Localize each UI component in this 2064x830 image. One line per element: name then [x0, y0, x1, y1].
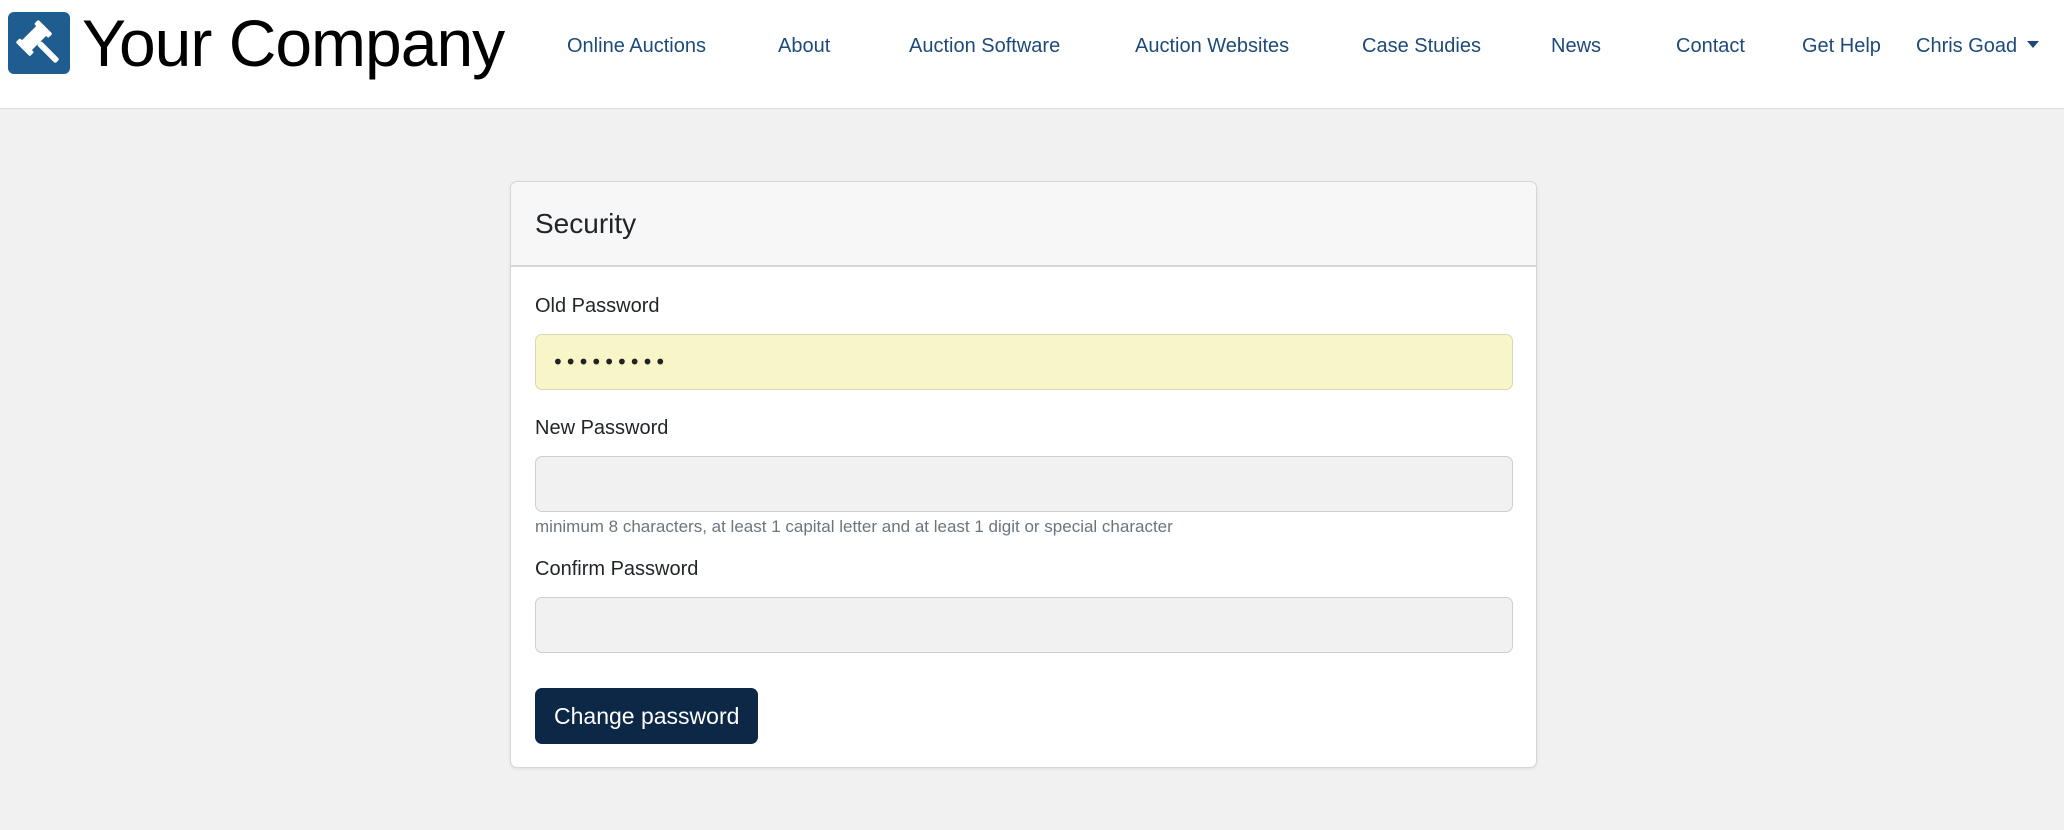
top-navbar: Your Company Online Auctions About Aucti…	[0, 0, 2064, 109]
gavel-icon	[8, 12, 70, 74]
nav-auction-websites[interactable]: Auction Websites	[1135, 33, 1289, 59]
old-password-input[interactable]	[535, 334, 1513, 390]
nav-get-help[interactable]: Get Help	[1802, 33, 1881, 59]
user-name: Chris Goad	[1916, 35, 2018, 57]
chevron-down-icon	[2027, 41, 2040, 48]
nav-news[interactable]: News	[1551, 33, 1601, 59]
brand[interactable]: Your Company	[8, 6, 505, 80]
change-password-button[interactable]: Change password	[535, 688, 759, 744]
card-header: Security	[511, 182, 1536, 267]
confirm-password-input[interactable]	[535, 597, 1513, 653]
card-title: Security	[535, 207, 637, 239]
password-requirements-hint: minimum 8 characters, at least 1 capital…	[535, 517, 1173, 536]
new-password-label: New Password	[535, 417, 669, 439]
user-menu-toggle[interactable]: Chris Goad	[1916, 33, 2040, 59]
nav-about[interactable]: About	[778, 33, 830, 59]
nav-contact[interactable]: Contact	[1676, 33, 1745, 59]
nav-online-auctions[interactable]: Online Auctions	[567, 33, 706, 59]
security-card: Security Old Password New Password minim…	[510, 181, 1537, 768]
brand-name: Your Company	[82, 6, 505, 80]
nav-case-studies[interactable]: Case Studies	[1362, 33, 1481, 59]
confirm-password-label: Confirm Password	[535, 558, 699, 580]
old-password-label: Old Password	[535, 295, 660, 317]
nav-auction-software[interactable]: Auction Software	[909, 33, 1060, 59]
new-password-input[interactable]	[535, 456, 1513, 512]
